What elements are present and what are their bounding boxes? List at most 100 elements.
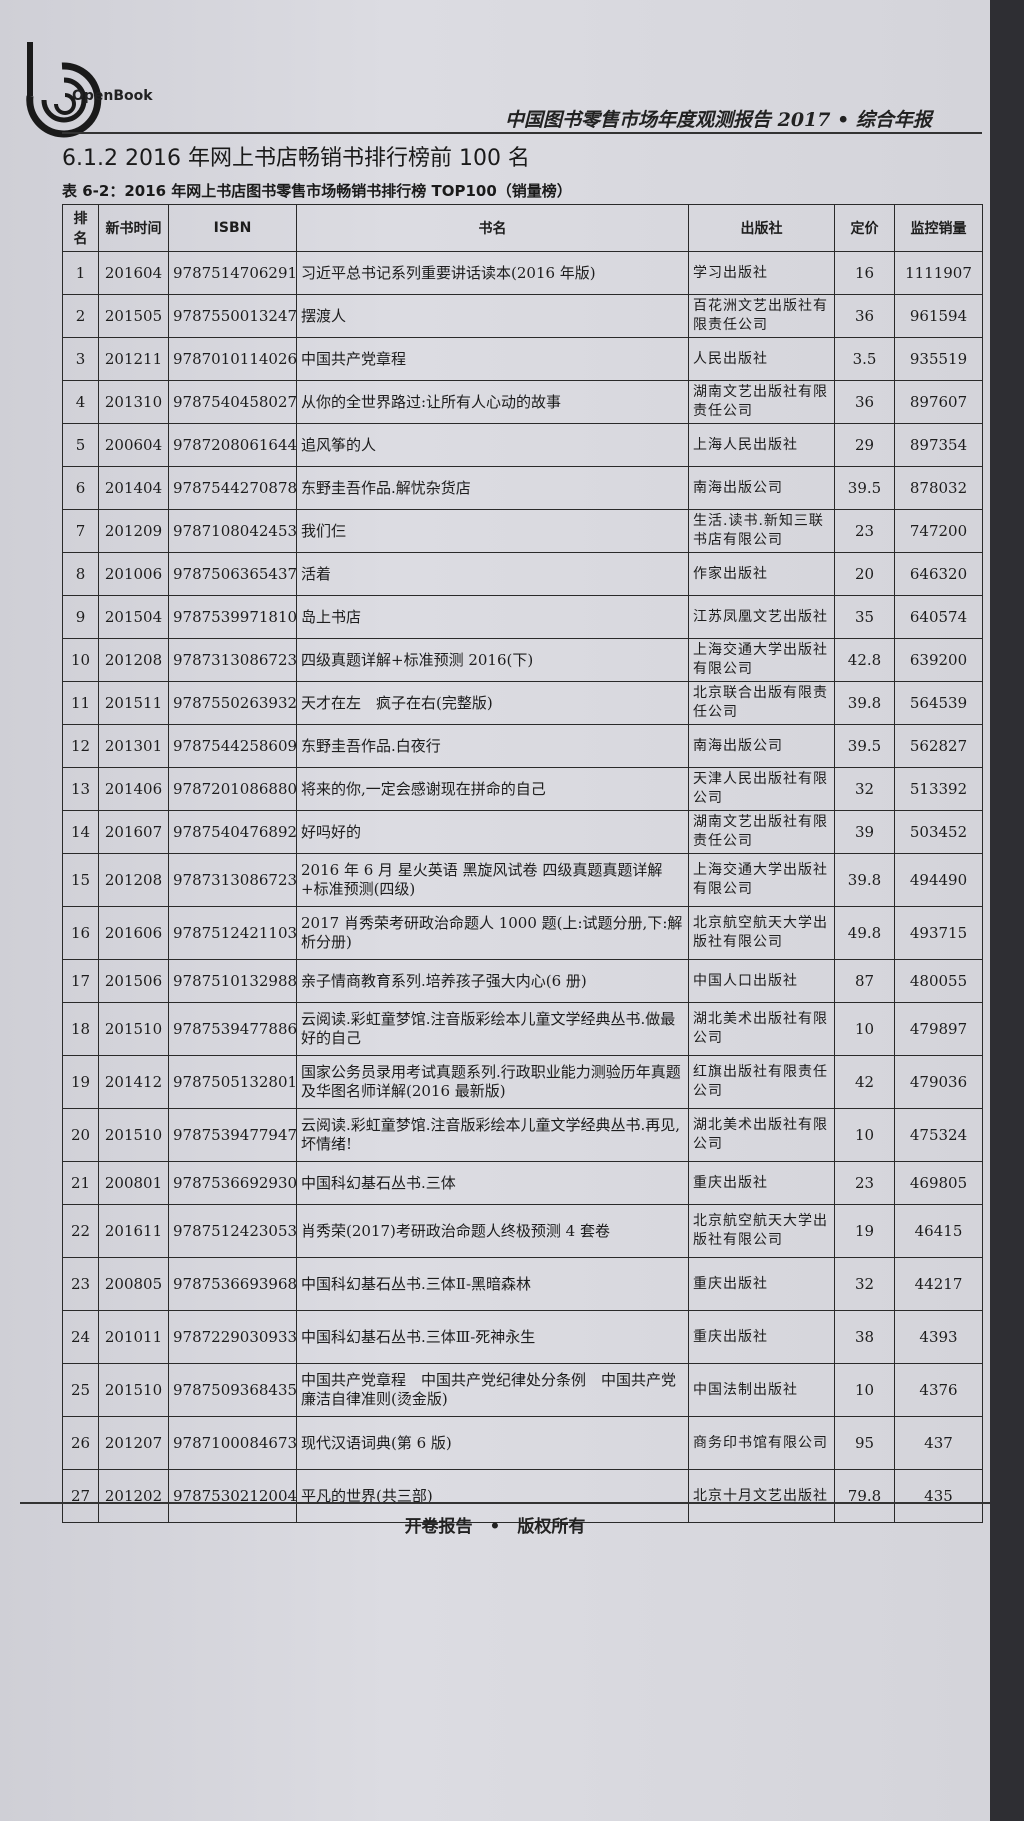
table-row: 10 201208 9787313086723 四级真题详解+标准预测 2016(下)… [62,638,983,682]
isbn-cell: 9787509368435 [168,1363,297,1417]
isbn-cell: 9787544270878 [168,466,297,510]
publisher-cell: 天津人民出版社有限公司 [688,767,835,811]
publisher-cell: 上海交通大学出版社有限公司 [688,638,835,682]
table-row: 12 201301 9787544258609 东野圭吾作品.白夜行 南海出版公司 39.… [62,724,983,768]
title-cell: 好吗好的 [296,810,689,854]
publisher-cell: 北京联合出版有限责任公司 [688,681,835,725]
title-cell: 摆渡人 [296,294,689,338]
sales-cell: 479036 [894,1055,983,1109]
price-cell: 39.8 [834,681,895,725]
logo-text: OpenBook [72,88,153,104]
price-cell: 95 [834,1416,895,1470]
price-cell: 20 [834,552,895,596]
publisher-cell: 南海出版公司 [688,466,835,510]
price-cell: 32 [834,1257,895,1311]
rank-cell: 8 [62,552,99,596]
column-header-title: 书名 [296,204,689,252]
price-cell: 36 [834,380,895,424]
sales-cell: 480055 [894,959,983,1003]
title-cell: 东野圭吾作品.解忧杂货店 [296,466,689,510]
table-row: 4 201310 9787540458027 从你的全世界路过:让所有人心动的故事 湖南… [62,380,983,424]
rank-cell: 18 [62,1002,99,1056]
table-row: 17 201506 9787510132988 亲子情商教育系列.培养孩子强大内心(6… [62,959,983,1003]
date-cell: 201006 [98,552,169,596]
isbn-cell: 9787550013247 [168,294,297,338]
table-row: 25 201510 9787509368435 中国共产党章程 中国共产党纪律处分条例… [62,1363,983,1417]
table-row: 24 201011 9787229030933 中国科幻基石丛书.三体Ⅲ-死神永生 重庆… [62,1310,983,1364]
publisher-cell: 作家出版社 [688,552,835,596]
date-cell: 201211 [98,337,169,381]
date-cell: 201511 [98,681,169,725]
table-row: 7 201209 9787108042453 我们仨 生活.读书.新知三联书店有限公司 2… [62,509,983,553]
table-row: 8 201006 9787506365437 活着 作家出版社 20 646320 [62,552,983,596]
sales-cell: 564539 [894,681,983,725]
section-title: 6.1.2 2016 年网上书店畅销书排行榜前 100 名 [62,146,530,171]
sales-cell: 562827 [894,724,983,768]
price-cell: 23 [834,1161,895,1205]
date-cell: 201510 [98,1108,169,1162]
isbn-cell: 9787510132988 [168,959,297,1003]
table-row: 26 201207 9787100084673 现代汉语词典(第 6 版) 商务印书馆有… [62,1416,983,1470]
date-cell: 201301 [98,724,169,768]
price-cell: 42.8 [834,638,895,682]
rank-cell: 9 [62,595,99,639]
rank-cell: 2 [62,294,99,338]
publisher-cell: 北京航空航天大学出版社有限公司 [688,1204,835,1258]
isbn-cell: 9787506365437 [168,552,297,596]
column-header-isbn: ISBN [168,204,297,252]
price-cell: 36 [834,294,895,338]
isbn-cell: 9787540476892 [168,810,297,854]
date-cell: 201011 [98,1310,169,1364]
publisher-cell: 上海交通大学出版社有限公司 [688,853,835,907]
footer-divider [20,1502,990,1504]
price-cell: 29 [834,423,895,467]
isbn-cell: 9787229030933 [168,1310,297,1364]
title-cell: 四级真题详解+标准预测 2016(下) [296,638,689,682]
isbn-cell: 9787010114026 [168,337,297,381]
isbn-cell: 9787512421103 [168,906,297,960]
title-cell: 中国科幻基石丛书.三体Ⅲ-死神永生 [296,1310,689,1364]
date-cell: 201506 [98,959,169,1003]
publisher-cell: 湖南文艺出版社有限责任公司 [688,380,835,424]
column-header-price: 定价 [834,204,895,252]
title-cell: 国家公务员录用考试真题系列.行政职业能力测验历年真题及华图名师详解(2016 最… [296,1055,689,1109]
rank-cell: 15 [62,853,99,907]
price-cell: 39.8 [834,853,895,907]
table-caption: 表 6-2：2016 年网上书店图书零售市场畅销书排行榜 TOP100（销量榜） [62,182,572,200]
date-cell: 201406 [98,767,169,811]
title-cell: 2016 年 6 月 星火英语 黑旋风试卷 四级真题真题详解+标准预测(四级) [296,853,689,907]
sales-cell: 747200 [894,509,983,553]
title-cell: 追风筝的人 [296,423,689,467]
isbn-cell: 9787514706291 [168,251,297,295]
rank-cell: 21 [62,1161,99,1205]
isbn-cell: 9787539477947 [168,1108,297,1162]
sales-cell: 897354 [894,423,983,467]
title-cell: 从你的全世界路过:让所有人心动的故事 [296,380,689,424]
rank-cell: 14 [62,810,99,854]
isbn-cell: 9787208061644 [168,423,297,467]
date-cell: 201611 [98,1204,169,1258]
title-cell: 东野圭吾作品.白夜行 [296,724,689,768]
rank-cell: 22 [62,1204,99,1258]
sales-cell: 878032 [894,466,983,510]
date-cell: 201607 [98,810,169,854]
title-cell: 中国共产党章程 [296,337,689,381]
date-cell: 201208 [98,638,169,682]
publisher-cell: 重庆出版社 [688,1310,835,1364]
sales-cell: 493715 [894,906,983,960]
title-cell: 活着 [296,552,689,596]
title-cell: 云阅读.彩虹童梦馆.注音版彩绘本儿童文学经典丛书.做最好的自己 [296,1002,689,1056]
table-row: 5 200604 9787208061644 追风筝的人 上海人民出版社 29 897354 [62,423,983,467]
sales-cell: 479897 [894,1002,983,1056]
isbn-cell: 9787539477886 [168,1002,297,1056]
date-cell: 201207 [98,1416,169,1470]
sales-cell: 935519 [894,337,983,381]
price-cell: 10 [834,1002,895,1056]
table-row: 14 201607 9787540476892 好吗好的 湖南文艺出版社有限责任公司 39… [62,810,983,854]
isbn-cell: 9787100084673 [168,1416,297,1470]
table-row: 1 201604 9787514706291 习近平总书记系列重要讲话读本(2016 … [62,251,983,295]
sales-cell: 513392 [894,767,983,811]
rank-cell: 11 [62,681,99,725]
table-row: 11 201511 9787550263932 天才在左 疯子在右(完整版) 北京联合出… [62,681,983,725]
footer-text: 开卷报告 • 版权所有 [404,1517,586,1537]
